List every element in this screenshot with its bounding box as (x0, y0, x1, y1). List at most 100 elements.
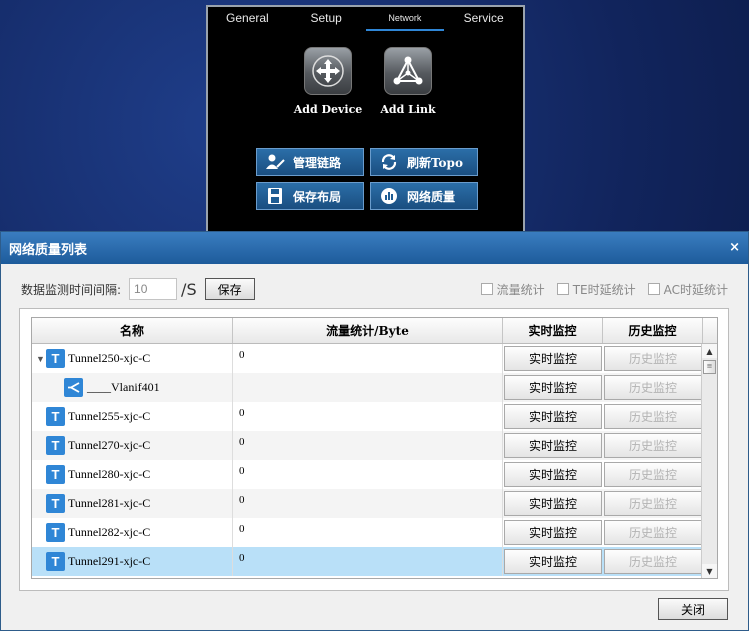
table-row-selected[interactable]: T Tunnel291-xjc-C 0 实时监控 历史监控 (32, 547, 717, 576)
traffic-stat-checkbox[interactable]: 流量统计 (480, 281, 545, 298)
name-cell: T Tunnel280-xjc-C (32, 460, 233, 489)
te-delay-label: TE时延统计 (572, 282, 636, 297)
expand-arrow-icon[interactable]: ▼ (36, 354, 46, 364)
realtime-monitor-button[interactable]: 实时监控 (504, 491, 602, 516)
interval-input[interactable] (129, 278, 178, 300)
table-container: 名称 流量统计/Byte 实时监控 历史监控 ▼ T Tunnel250-xjc… (19, 308, 729, 591)
tunnel-icon: T (46, 552, 65, 571)
history-monitor-button[interactable]: 历史监控 (604, 520, 702, 545)
realtime-monitor-button[interactable]: 实时监控 (504, 375, 602, 400)
network-quality-dialog: 网络质量列表 × 数据监测时间间隔: /S 保存 流量统计 TE时延统计 AC时… (0, 231, 749, 631)
realtime-cell: 实时监控 (503, 518, 603, 547)
flow-cell: 0 (233, 431, 503, 460)
realtime-monitor-button[interactable]: 实时监控 (504, 520, 602, 545)
history-cell: 历史监控 (603, 518, 703, 547)
realtime-cell: 实时监控 (503, 402, 603, 431)
realtime-monitor-button[interactable]: 实时监控 (504, 404, 602, 429)
realtime-cell: 实时监控 (503, 460, 603, 489)
table-row[interactable]: T Tunnel281-xjc-C 0 实时监控 历史监控 (32, 489, 717, 518)
interval-label: 数据监测时间间隔: (21, 282, 122, 297)
dialog-title: 网络质量列表 (9, 242, 88, 258)
refresh-topo-button[interactable]: 刷新Topo (370, 148, 478, 176)
realtime-monitor-button[interactable]: 实时监控 (504, 433, 602, 458)
table-row[interactable]: T Tunnel255-xjc-C 0 实时监控 历史监控 (32, 402, 717, 431)
name-cell: ____Vlanif401 (32, 373, 233, 402)
add-link-button[interactable]: Add Link (368, 47, 448, 116)
realtime-monitor-button[interactable]: 实时监控 (504, 462, 602, 487)
row-name: Tunnel282-xjc-C (68, 525, 151, 539)
scroll-up-arrow-icon[interactable]: ▲ (702, 344, 717, 358)
scroll-down-arrow-icon[interactable]: ▼ (702, 564, 717, 578)
table-row[interactable]: T Tunnel270-xjc-C 0 实时监控 历史监控 (32, 431, 717, 460)
add-device-button[interactable]: Add Device (288, 47, 368, 116)
table-row[interactable]: ▼ T Tunnel250-xjc-C 0 实时监控 历史监控 (32, 344, 717, 373)
top-panel: General Setup Network Service Add Device (206, 5, 525, 233)
flow-cell: 0 (233, 402, 503, 431)
history-monitor-button[interactable]: 历史监控 (604, 346, 702, 371)
te-delay-checkbox[interactable]: TE时延统计 (556, 281, 636, 298)
flow-cell: 0 (233, 460, 503, 489)
history-monitor-button[interactable]: 历史监控 (604, 375, 702, 400)
history-monitor-button[interactable]: 历史监控 (604, 404, 702, 429)
interval-unit: /S (181, 279, 197, 299)
user-link-icon (265, 153, 285, 171)
network-quality-button[interactable]: 网络质量 (370, 182, 478, 210)
scroll-thumb[interactable]: ≡ (703, 360, 716, 374)
name-cell: T Tunnel270-xjc-C (32, 431, 233, 460)
manage-links-label: 管理链路 (293, 155, 342, 170)
tab-setup[interactable]: Setup (287, 7, 366, 31)
column-header-name[interactable]: 名称 (32, 318, 233, 343)
row-name: Tunnel250-xjc-C (68, 351, 151, 365)
add-device-label: Add Device (293, 103, 363, 116)
tunnel-icon: T (46, 436, 65, 455)
manage-links-button[interactable]: 管理链路 (256, 148, 364, 176)
vertical-scrollbar[interactable]: ▲ ≡ ▼ (701, 344, 717, 578)
floppy-save-icon (265, 187, 285, 205)
vlan-icon (64, 378, 83, 397)
realtime-cell: 实时监控 (503, 547, 603, 576)
realtime-monitor-button[interactable]: 实时监控 (504, 549, 602, 574)
table-row[interactable]: ____Vlanif401 实时监控 历史监控 (32, 373, 717, 402)
realtime-cell: 实时监控 (503, 373, 603, 402)
realtime-monitor-button[interactable]: 实时监控 (504, 346, 602, 371)
checkbox-box[interactable] (556, 283, 569, 295)
traffic-stat-label: 流量统计 (496, 282, 545, 297)
tunnel-icon: T (46, 407, 65, 426)
network-quality-label: 网络质量 (407, 189, 456, 204)
history-monitor-button[interactable]: 历史监控 (604, 433, 702, 458)
big-icon-row: Add Device Add Link (208, 47, 523, 132)
close-icon[interactable]: × (729, 240, 740, 255)
save-interval-button[interactable]: 保存 (204, 278, 255, 300)
history-monitor-button[interactable]: 历史监控 (604, 549, 702, 574)
history-cell: 历史监控 (603, 373, 703, 402)
table-row[interactable]: T Tunnel282-xjc-C 0 实时监控 历史监控 (32, 518, 717, 547)
save-layout-button[interactable]: 保存布局 (256, 182, 364, 210)
history-monitor-button[interactable]: 历史监控 (604, 462, 702, 487)
row-name: Tunnel255-xjc-C (68, 409, 151, 423)
history-cell: 历史监控 (603, 431, 703, 460)
close-dialog-button[interactable]: 关闭 (658, 598, 728, 620)
move-arrows-icon (304, 47, 352, 95)
column-header-realtime[interactable]: 实时监控 (503, 318, 603, 343)
tab-service[interactable]: Service (444, 7, 523, 31)
flow-cell: 0 (233, 344, 503, 373)
history-cell: 历史监控 (603, 402, 703, 431)
history-cell: 历史监控 (603, 460, 703, 489)
name-cell: ▼ T Tunnel250-xjc-C (32, 344, 233, 373)
tab-general[interactable]: General (208, 7, 287, 31)
checkbox-box[interactable] (647, 283, 660, 295)
column-header-flow[interactable]: 流量统计/Byte (233, 318, 503, 343)
flow-cell: 0 (233, 547, 503, 576)
row-name: Tunnel281-xjc-C (68, 496, 151, 510)
table-header: 名称 流量统计/Byte 实时监控 历史监控 (32, 318, 717, 344)
tab-network[interactable]: Network (365, 7, 445, 31)
ac-delay-checkbox[interactable]: AC时延统计 (647, 281, 728, 298)
table-row[interactable]: T Tunnel280-xjc-C 0 实时监控 历史监控 (32, 460, 717, 489)
checkbox-box[interactable] (480, 283, 493, 295)
topology-link-icon (384, 47, 432, 95)
row-name: Tunnel280-xjc-C (68, 467, 151, 481)
dialog-titlebar: 网络质量列表 × (1, 232, 748, 264)
column-header-history[interactable]: 历史监控 (603, 318, 703, 343)
history-monitor-button[interactable]: 历史监控 (604, 491, 702, 516)
name-cell: T Tunnel291-xjc-C (32, 547, 233, 576)
